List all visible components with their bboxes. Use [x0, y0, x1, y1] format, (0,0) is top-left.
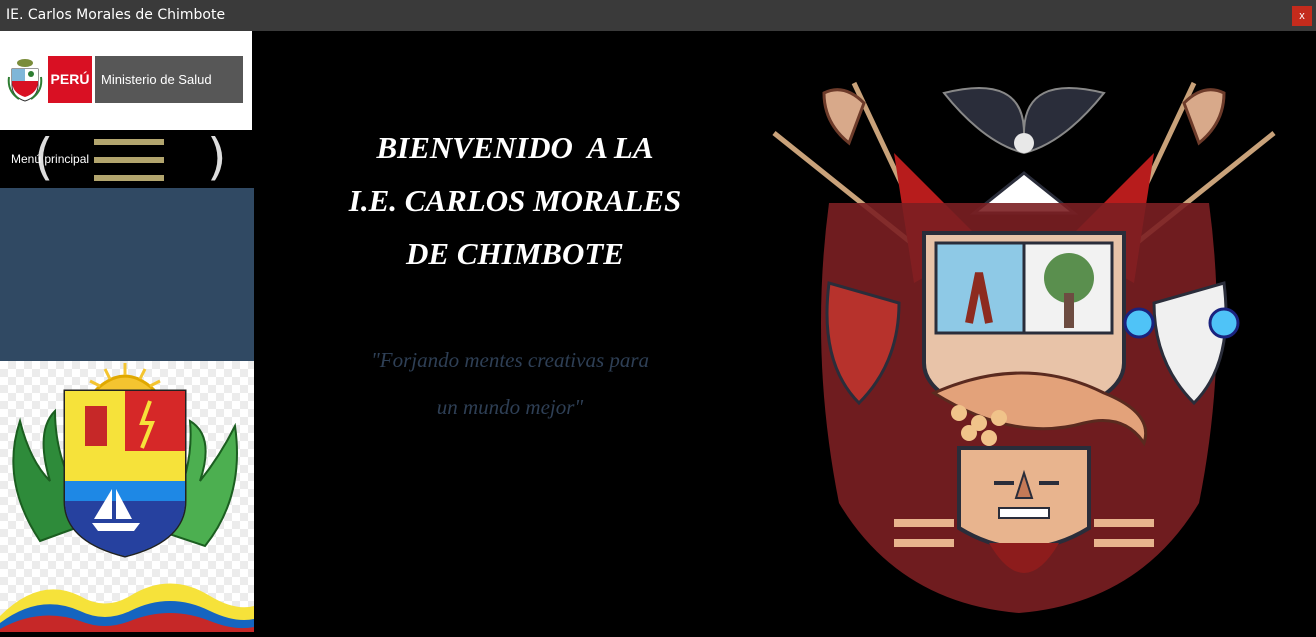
motto-line-1: "Forjando mentes creativas para: [370, 348, 650, 372]
welcome-line-3: DE CHIMBOTE: [406, 236, 624, 271]
bracket-right-icon: ): [207, 128, 227, 186]
welcome-line-1: BIENVENIDO A LA: [376, 130, 654, 165]
window-titlebar: IE. Carlos Morales de Chimbote x: [0, 0, 1316, 31]
sidebar: PERÚ Ministerio de Salud ( Menú principa…: [0, 31, 254, 632]
ministry-logo[interactable]: PERÚ Ministerio de Salud: [0, 31, 252, 130]
peru-crest-icon: [7, 59, 43, 102]
window-title: IE. Carlos Morales de Chimbote: [6, 7, 226, 23]
menu-label: Menú principal: [11, 152, 90, 166]
ministry-label: Ministerio de Salud: [95, 56, 243, 103]
school-crest-image: [0, 361, 254, 632]
close-button[interactable]: x: [1292, 6, 1312, 26]
hamburger-icon[interactable]: [94, 139, 164, 181]
navy-panel: [0, 188, 254, 361]
motto-line-2: un mundo mejor": [436, 395, 584, 419]
welcome-line-2: I.E. CARLOS MORALES: [348, 183, 682, 218]
main-menu[interactable]: ( Menú principal ): [0, 130, 254, 188]
peru-shield-artwork: [744, 53, 1311, 613]
peru-label: PERÚ: [48, 56, 92, 103]
welcome-heading: BIENVENIDO A LA I.E. CARLOS MORALES DE C…: [300, 121, 730, 280]
school-motto: "Forjando mentes creativas para un mundo…: [320, 337, 700, 431]
